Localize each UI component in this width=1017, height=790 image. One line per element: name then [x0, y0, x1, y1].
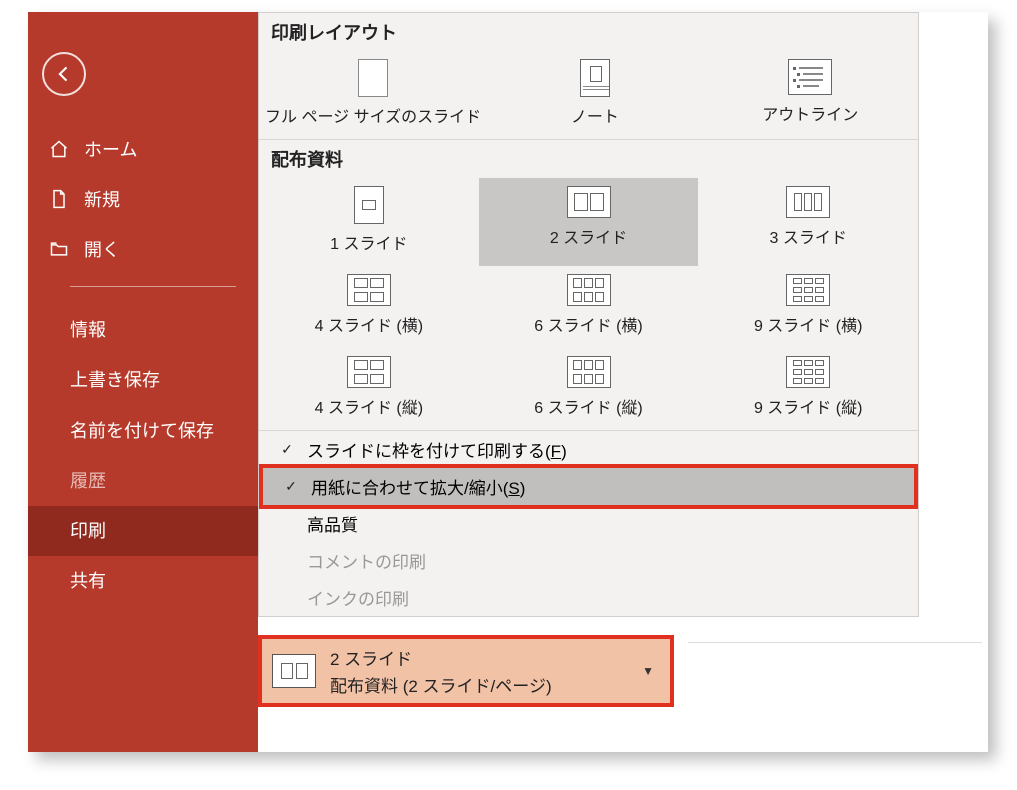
handout-4h-icon [347, 274, 391, 306]
layout-full-page[interactable]: フル ページ サイズのスライド [259, 51, 487, 139]
selector-title: 2 スライド [330, 645, 642, 670]
cell-label: 1 スライド [330, 230, 407, 254]
print-content: 印刷レイアウト フル ページ サイズのスライド ノート [258, 12, 988, 752]
handout-9v-icon [786, 356, 830, 388]
option-label: インクの印刷 [307, 585, 409, 610]
cell-label: 3 スライド [770, 224, 847, 248]
handout-6h-icon [567, 274, 611, 306]
nav-print[interactable]: 印刷 [28, 506, 258, 556]
handout-3-icon [786, 186, 830, 218]
handout-6v[interactable]: 6 スライド (縦) [479, 348, 699, 430]
cell-label: 4 スライド (縦) [315, 394, 423, 418]
handout-1[interactable]: 1 スライド [259, 178, 479, 266]
handout-3[interactable]: 3 スライド [698, 178, 918, 266]
full-page-icon [358, 59, 388, 97]
outline-icon [788, 59, 832, 95]
handout-9h-icon [786, 274, 830, 306]
notes-icon [580, 59, 610, 97]
home-icon [48, 138, 70, 160]
cell-label: 9 スライド (縦) [754, 394, 862, 418]
handout-2-icon [567, 186, 611, 218]
cell-label: 9 スライド (横) [754, 312, 862, 336]
backstage-sidebar: ホーム 新規 開く 情報 上書き保存 名前を付けて保存 履歴 印刷 共有 [28, 12, 258, 752]
layout-row-3: 4 スライド (横) 6 スライド (横) 9 スライド (横) [259, 266, 918, 348]
selector-icon [272, 654, 316, 688]
option-print-comments: コメントの印刷 [259, 542, 918, 579]
preview-area [688, 642, 982, 730]
folder-open-icon [48, 238, 70, 260]
handout-6v-icon [567, 356, 611, 388]
layout-row-1: フル ページ サイズのスライド ノート アウトライン [259, 51, 918, 139]
nav-open[interactable]: 開く [28, 224, 258, 274]
handout-9v[interactable]: 9 スライド (縦) [698, 348, 918, 430]
new-doc-icon [48, 188, 70, 210]
cell-label: アウトライン [762, 101, 858, 125]
nav-info[interactable]: 情報 [28, 305, 258, 355]
handout-9h[interactable]: 9 スライド (横) [698, 266, 918, 348]
handout-4v-icon [347, 356, 391, 388]
nav-save-as[interactable]: 名前を付けて保存 [28, 406, 258, 456]
handout-2[interactable]: 2 スライド [479, 178, 699, 266]
cell-label: フル ページ サイズのスライド [265, 103, 481, 127]
nav-share[interactable]: 共有 [28, 556, 258, 606]
handout-1-icon [354, 186, 384, 224]
selector-subtitle: 配布資料 (2 スライド/ページ) [330, 672, 642, 697]
layout-dropdown-panel: 印刷レイアウト フル ページ サイズのスライド ノート [258, 12, 919, 617]
caret-down-icon: ▼ [642, 664, 654, 678]
nav-new[interactable]: 新規 [28, 174, 258, 224]
option-frame-slides[interactable]: ✓ スライドに枠を付けて印刷する(F) [259, 431, 918, 468]
nav-label: 新規 [84, 186, 120, 212]
nav-label: 開く [84, 236, 120, 262]
option-label: 用紙に合わせて拡大/縮小(S) [311, 474, 525, 499]
check-icon: ✓ [281, 478, 301, 495]
option-label: コメントの印刷 [307, 548, 426, 573]
cell-label: 6 スライド (横) [534, 312, 642, 336]
layout-outline[interactable]: アウトライン [703, 51, 918, 139]
layout-notes[interactable]: ノート [487, 51, 702, 139]
handout-6h[interactable]: 6 スライド (横) [479, 266, 699, 348]
layout-row-2: 1 スライド 2 スライド 3 スライド [259, 178, 918, 266]
cell-label: 6 スライド (縦) [534, 394, 642, 418]
cell-label: 2 スライド [550, 224, 627, 248]
option-scale-to-fit[interactable]: ✓ 用紙に合わせて拡大/縮小(S) [259, 464, 918, 509]
option-label: スライドに枠を付けて印刷する(F) [307, 437, 567, 462]
nav-history[interactable]: 履歴 [28, 456, 258, 506]
nav-home[interactable]: ホーム [28, 124, 258, 174]
layout-row-4: 4 スライド (縦) 6 スライド (縦) 9 スライド (縦) [259, 348, 918, 430]
nav-label: ホーム [84, 136, 137, 162]
cell-label: 4 スライド (横) [315, 312, 423, 336]
sidebar-divider [70, 286, 236, 287]
arrow-left-icon [54, 64, 74, 84]
selector-text: 2 スライド 配布資料 (2 スライド/ページ) [330, 645, 642, 697]
handout-4h[interactable]: 4 スライド (横) [259, 266, 479, 348]
cell-label: ノート [571, 103, 619, 127]
back-button[interactable] [42, 52, 86, 96]
option-print-ink: インクの印刷 [259, 579, 918, 616]
handout-4v[interactable]: 4 スライド (縦) [259, 348, 479, 430]
layout-selector-dropdown[interactable]: 2 スライド 配布資料 (2 スライド/ページ) ▼ [258, 635, 674, 707]
section-print-layout: 印刷レイアウト [259, 13, 918, 51]
option-label: 高品質 [307, 511, 358, 536]
option-high-quality[interactable]: 高品質 [259, 505, 918, 542]
section-handouts: 配布資料 [259, 139, 918, 178]
nav-save[interactable]: 上書き保存 [28, 355, 258, 405]
check-icon: ✓ [277, 441, 297, 458]
